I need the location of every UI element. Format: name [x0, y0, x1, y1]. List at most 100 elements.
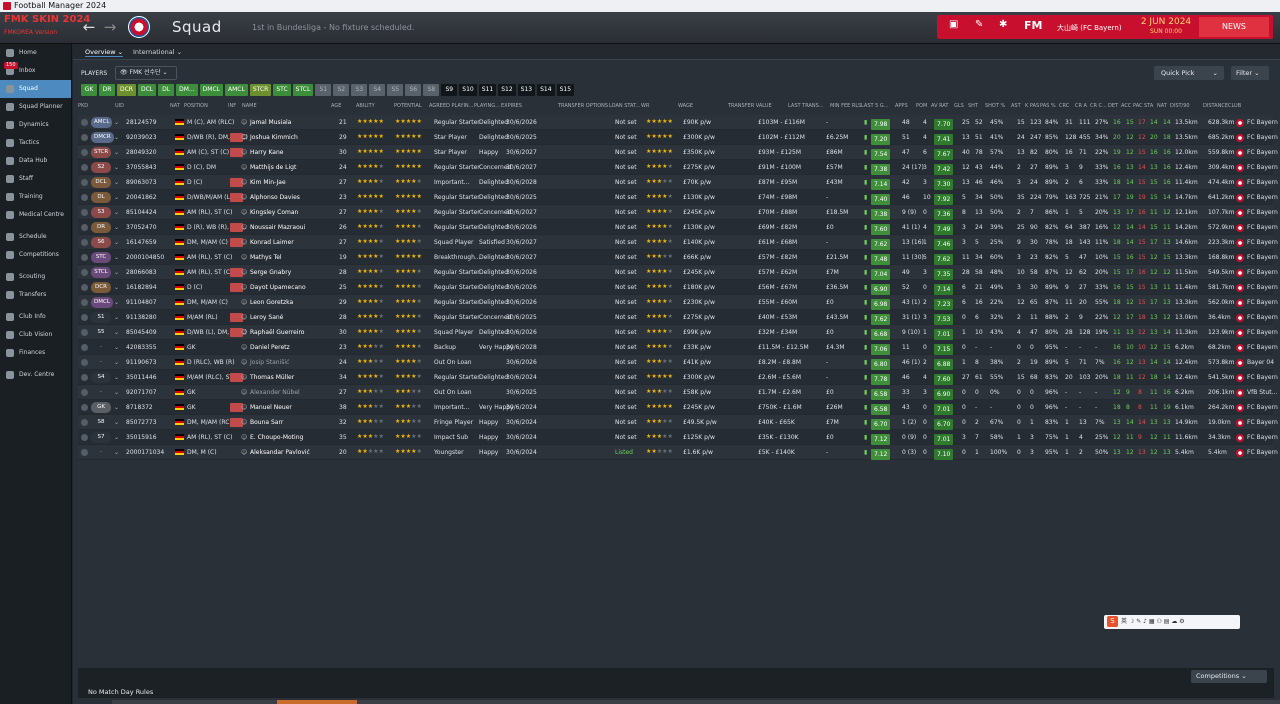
pen-icon[interactable]: ✎ [975, 19, 983, 30]
player-name[interactable]: Alexander Nübel [250, 389, 300, 396]
select-checkbox[interactable] [81, 134, 88, 141]
position-slot[interactable]: S2 [91, 162, 111, 173]
chevron-down-icon[interactable]: ⌄ [114, 299, 119, 306]
player-club[interactable]: FC Bayern [1247, 254, 1278, 261]
player-club[interactable]: FC Bayern [1247, 209, 1278, 216]
select-checkbox[interactable] [81, 119, 88, 126]
chevron-down-icon[interactable]: ⌄ [114, 359, 119, 366]
position-slot[interactable]: S7 [91, 432, 111, 443]
position-button[interactable]: S15 [556, 84, 575, 96]
player-club[interactable]: FC Bayern [1247, 419, 1278, 426]
column-header[interactable]: WR [641, 103, 649, 109]
sidebar-item-club-info[interactable]: Club Info [0, 308, 71, 326]
column-header[interactable]: UID [115, 103, 124, 109]
column-header[interactable]: PKD [78, 103, 88, 109]
chevron-down-icon[interactable]: ⌄ [114, 404, 119, 411]
select-checkbox[interactable] [81, 164, 88, 171]
position-slot[interactable]: AMCL [91, 117, 113, 128]
table-row[interactable]: S7 ⌄ 35015916 AM (RL), ST (C) ☺ E. Choupo-Mot… [78, 430, 1278, 445]
select-checkbox[interactable] [81, 389, 88, 396]
column-header[interactable]: CR C... [1090, 103, 1107, 109]
table-row[interactable]: S1 ⌄ 91138280 M/AM (RL) ☺ Leroy Sané 28 ★★★★★ ★★… [78, 310, 1278, 325]
select-checkbox[interactable] [81, 419, 88, 426]
player-name[interactable]: Mathys Tel [250, 254, 282, 261]
select-checkbox[interactable] [81, 374, 88, 381]
sidebar-item-scouting[interactable]: Scouting [0, 268, 71, 286]
sidebar-item-training[interactable]: Training [0, 188, 71, 206]
position-button[interactable]: S1 [315, 84, 332, 96]
column-header[interactable]: SHOT % [985, 103, 1005, 109]
select-checkbox[interactable] [81, 149, 88, 156]
chevron-down-icon[interactable]: ⌄ [114, 119, 119, 126]
position-slot[interactable]: - [91, 342, 111, 353]
select-checkbox[interactable] [81, 404, 88, 411]
chevron-down-icon[interactable]: ⌄ [114, 449, 119, 456]
player-name[interactable]: Serge Gnabry [250, 269, 291, 276]
chevron-down-icon[interactable]: ⌄ [114, 224, 119, 231]
position-button[interactable]: S2 [333, 84, 350, 96]
table-row[interactable]: DCL ⌄ 89063073 D (C) ☺ Kim Min-Jae 27 ★★★★★ ★★★★… [78, 175, 1278, 190]
column-header[interactable]: DIST/90 [1170, 103, 1190, 109]
table-row[interactable]: GK ⌄ 8718372 GK ☺ Manuel Neuer 38 ★★★★★ ★★★★★ Imp… [78, 400, 1278, 415]
sidebar-item-staff[interactable]: Staff [0, 170, 71, 188]
column-header[interactable]: POM [916, 103, 927, 109]
tab-international[interactable]: International ⌄ [133, 48, 182, 56]
position-button[interactable]: DM... [176, 84, 198, 96]
position-button[interactable]: S5 [387, 84, 404, 96]
table-row[interactable]: S6 ⌄ 16147659 DM, M/AM (C) ☺ Konrad Laimer 27 ★… [78, 235, 1278, 250]
player-name[interactable]: Leon Goretzka [250, 299, 293, 306]
player-club[interactable]: FC Bayern [1247, 119, 1278, 126]
column-header[interactable]: ABILITY [356, 103, 375, 109]
player-name[interactable]: Harry Kane [250, 149, 283, 156]
player-name[interactable]: Aleksandar Pavlović [250, 449, 310, 456]
position-slot[interactable]: DMCL [91, 297, 113, 308]
position-button[interactable]: S3 [351, 84, 368, 96]
position-slot[interactable]: S3 [91, 207, 111, 218]
table-row[interactable]: S2 ⌄ 37055843 D (C), DM ☺ Matthijs de Ligt 24 ★… [78, 160, 1278, 175]
sidebar-item-inbox[interactable]: 150 Inbox [0, 62, 71, 80]
player-club[interactable]: FC Bayern [1247, 164, 1278, 171]
player-club[interactable]: FC Bayern [1247, 269, 1278, 276]
position-button[interactable]: DCR [117, 84, 136, 96]
column-header[interactable]: STA [1144, 103, 1153, 109]
select-checkbox[interactable] [81, 449, 88, 456]
column-header[interactable]: LOAN STAT... [609, 103, 640, 109]
player-club[interactable]: FC Bayern [1247, 374, 1278, 381]
column-header[interactable]: ACC [1121, 103, 1131, 109]
person-card-icon[interactable]: ▣ [949, 19, 958, 30]
sidebar-item-tactics[interactable]: Tactics [0, 134, 71, 152]
position-slot[interactable]: DL [91, 192, 111, 203]
select-checkbox[interactable] [81, 329, 88, 336]
table-row[interactable]: - ⌄ 91190673 D (RLC), WB (R) ☺ Josip Stanišić… [78, 355, 1274, 370]
position-button[interactable]: DR [99, 84, 115, 96]
chevron-down-icon[interactable]: ⌄ [114, 164, 119, 171]
position-slot[interactable]: STCR [91, 147, 112, 158]
table-row[interactable]: AMCL ⌄ 28124579 M (C), AM (RLC) ☺ Jamal Musia… [78, 115, 1278, 130]
player-club[interactable]: FC Bayern [1247, 314, 1278, 321]
column-header[interactable]: PAC [1133, 103, 1143, 109]
player-name[interactable]: Kingsley Coman [250, 209, 298, 216]
table-row[interactable]: S5 ⌄ 85045409 D/WB (L), DM, M (C) ☺ Raphaël G… [78, 325, 1278, 340]
position-slot[interactable]: DMCR [91, 132, 114, 143]
player-club[interactable]: FC Bayern [1247, 344, 1278, 351]
chevron-down-icon[interactable]: ⌄ [114, 419, 119, 426]
column-header[interactable]: CLUB [1228, 103, 1241, 109]
bulb-icon[interactable]: ✱ [999, 19, 1007, 30]
table-row[interactable]: STC ⌄ 2000104850 AM (RL), ST (C) ☺ Mathys Tel… [78, 250, 1278, 265]
table-row[interactable]: DR ⌄ 37052470 D (R), WB (R), DM... ☺ Noussair… [78, 220, 1278, 235]
position-slot[interactable]: S5 [91, 327, 111, 338]
player-club[interactable]: FC Bayern [1247, 194, 1278, 201]
column-header[interactable]: POTENTIAL [394, 103, 422, 109]
position-slot[interactable]: STC [91, 252, 111, 263]
column-header[interactable]: CR A [1075, 103, 1087, 109]
column-header[interactable]: AGE [331, 103, 341, 109]
position-slot[interactable]: S1 [91, 312, 111, 323]
column-header[interactable]: AV RAT [931, 103, 948, 109]
player-name[interactable]: Manuel Neuer [250, 404, 292, 411]
chevron-down-icon[interactable]: ⌄ [114, 329, 119, 336]
column-header[interactable]: DET [1108, 103, 1118, 109]
player-name[interactable]: Noussair Mazraoui [250, 224, 305, 231]
forward-arrow-icon[interactable]: → [101, 18, 119, 36]
chevron-down-icon[interactable]: ⌄ [114, 434, 119, 441]
select-checkbox[interactable] [81, 434, 88, 441]
